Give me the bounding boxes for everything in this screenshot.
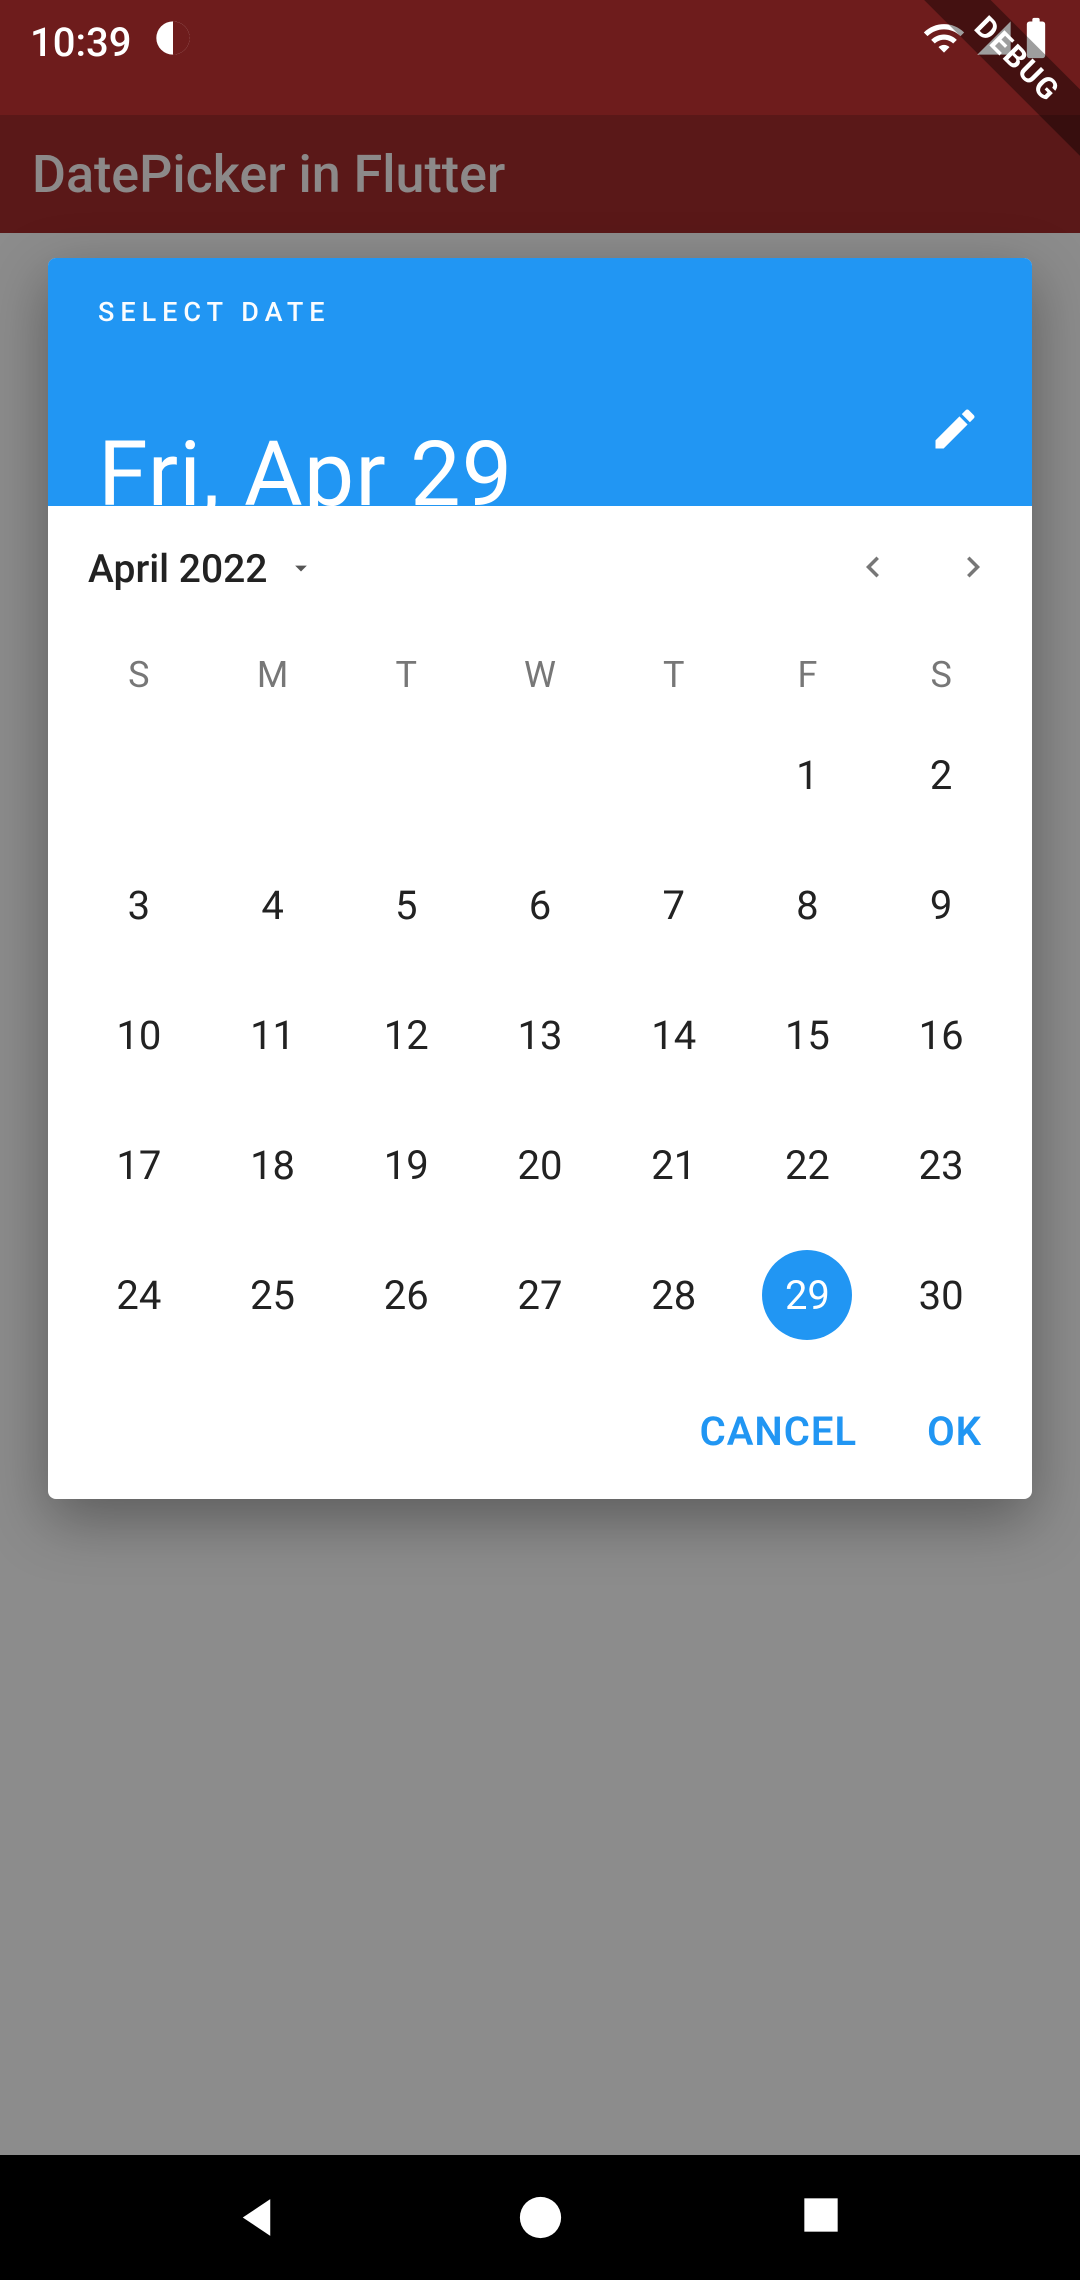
calendar-day[interactable]: 2 xyxy=(874,710,1008,840)
select-date-label: SELECT DATE xyxy=(98,296,982,328)
notification-icon xyxy=(153,18,193,68)
calendar-day[interactable]: 25 xyxy=(206,1230,340,1360)
calendar-blank xyxy=(473,710,607,840)
calendar-day[interactable]: 19 xyxy=(339,1100,473,1230)
calendar-blank xyxy=(607,710,741,840)
calendar-blank xyxy=(72,710,206,840)
recents-button[interactable] xyxy=(796,2190,851,2245)
chevron-left-icon xyxy=(852,546,894,592)
previous-month-button[interactable] xyxy=(830,526,916,612)
chevron-right-icon xyxy=(952,546,994,592)
calendar-day[interactable]: 24 xyxy=(72,1230,206,1360)
calendar-day[interactable]: 12 xyxy=(339,970,473,1100)
calendar-day[interactable]: 3 xyxy=(72,840,206,970)
back-button[interactable] xyxy=(229,2190,284,2245)
weekday-label: W xyxy=(473,654,607,696)
system-nav-bar xyxy=(0,2155,1080,2280)
calendar-day[interactable]: 18 xyxy=(206,1100,340,1230)
calendar-day[interactable]: 1 xyxy=(741,710,875,840)
weekday-header: SMTWTFS xyxy=(48,632,1032,700)
date-picker-dialog: SELECT DATE Fri, Apr 29 April 2022 SMTWT… xyxy=(48,258,1032,1499)
home-button[interactable] xyxy=(513,2190,568,2245)
next-month-button[interactable] xyxy=(930,526,1016,612)
edit-date-button[interactable] xyxy=(924,400,986,462)
weekday-label: S xyxy=(72,654,206,696)
calendar-day[interactable]: 6 xyxy=(473,840,607,970)
calendar-day[interactable]: 7 xyxy=(607,840,741,970)
calendar-day[interactable]: 8 xyxy=(741,840,875,970)
calendar-day[interactable]: 21 xyxy=(607,1100,741,1230)
calendar-blank xyxy=(339,710,473,840)
calendar-day[interactable]: 17 xyxy=(72,1100,206,1230)
cancel-button[interactable]: CANCEL xyxy=(700,1408,857,1455)
calendar-day[interactable]: 4 xyxy=(206,840,340,970)
status-time: 10:39 xyxy=(30,19,131,66)
calendar-day[interactable]: 5 xyxy=(339,840,473,970)
calendar-day[interactable]: 20 xyxy=(473,1100,607,1230)
calendar-day[interactable]: 28 xyxy=(607,1230,741,1360)
calendar-day[interactable]: 23 xyxy=(874,1100,1008,1230)
dialog-actions: CANCEL OK xyxy=(48,1378,1032,1499)
weekday-label: S xyxy=(874,654,1008,696)
status-bar: 10:39 xyxy=(0,0,1080,115)
weekday-label: F xyxy=(741,654,875,696)
calendar-day[interactable]: 15 xyxy=(741,970,875,1100)
calendar-day[interactable]: 22 xyxy=(741,1100,875,1230)
weekday-label: M xyxy=(206,654,340,696)
calendar-blank xyxy=(206,710,340,840)
dropdown-icon xyxy=(287,546,315,592)
month-selector[interactable]: April 2022 xyxy=(88,546,830,592)
calendar-day[interactable]: 10 xyxy=(72,970,206,1100)
calendar-day[interactable]: 11 xyxy=(206,970,340,1100)
calendar-day[interactable]: 16 xyxy=(874,970,1008,1100)
weekday-label: T xyxy=(607,654,741,696)
pencil-icon xyxy=(929,403,981,459)
calendar-day[interactable]: 29 xyxy=(741,1230,875,1360)
selected-date-headline: Fri, Apr 29 xyxy=(98,422,982,527)
calendar-grid: 1234567891011121314151617181920212223242… xyxy=(48,700,1032,1364)
ok-button[interactable]: OK xyxy=(927,1408,982,1455)
date-picker-header: SELECT DATE Fri, Apr 29 xyxy=(48,258,1032,506)
calendar-day[interactable]: 14 xyxy=(607,970,741,1100)
weekday-label: T xyxy=(339,654,473,696)
calendar-day[interactable]: 26 xyxy=(339,1230,473,1360)
calendar-day[interactable]: 27 xyxy=(473,1230,607,1360)
calendar-day[interactable]: 9 xyxy=(874,840,1008,970)
month-year-label: April 2022 xyxy=(88,546,267,592)
calendar-day[interactable]: 30 xyxy=(874,1230,1008,1360)
calendar-day[interactable]: 13 xyxy=(473,970,607,1100)
